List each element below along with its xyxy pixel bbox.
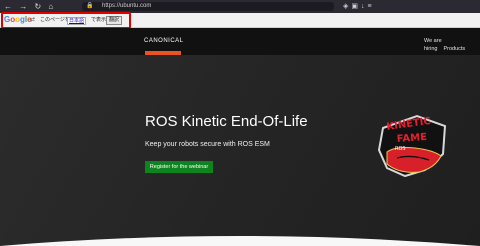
back-icon[interactable]: ← <box>4 2 12 11</box>
bottom-curve <box>0 236 480 246</box>
nav-hiring-link[interactable]: We are hiring <box>424 38 442 52</box>
canonical-logo[interactable]: CANONICAL <box>144 37 184 45</box>
highlight-box <box>1 12 131 29</box>
browser-nav: ← → ↻ ⌂ <box>4 1 58 12</box>
url-text[interactable]: https://ubuntu.com <box>102 2 151 11</box>
badge-tag: ROS <box>395 146 406 152</box>
hero-subtitle: Keep your robots secure with ROS ESM <box>145 141 270 148</box>
active-tab-indicator <box>145 51 181 55</box>
hero-title: ROS Kinetic End-Of-Life <box>145 113 308 130</box>
kinetic-fame-badge: KINETIC FAME ROS <box>377 114 447 178</box>
lock-icon: 🔒 <box>86 3 94 9</box>
site-nav: We are hiring Products <box>424 37 480 53</box>
nav-products-link[interactable]: Products <box>443 46 465 52</box>
address-bar[interactable]: 🔒 https://ubuntu.com <box>82 2 334 11</box>
site-header: CANONICAL We are hiring Products <box>0 28 480 55</box>
home-icon[interactable]: ⌂ <box>48 2 53 11</box>
extensions-icon[interactable]: ▣ <box>351 3 361 10</box>
forward-icon[interactable]: → <box>19 2 27 11</box>
register-webinar-button[interactable]: Register for the webinar <box>145 161 213 173</box>
toolbar-right-icons: ◈▣↓≡ <box>343 1 375 12</box>
menu-icon[interactable]: ≡ <box>368 3 375 10</box>
reload-icon[interactable]: ↻ <box>34 2 41 11</box>
badge-line2: FAME <box>396 132 427 145</box>
